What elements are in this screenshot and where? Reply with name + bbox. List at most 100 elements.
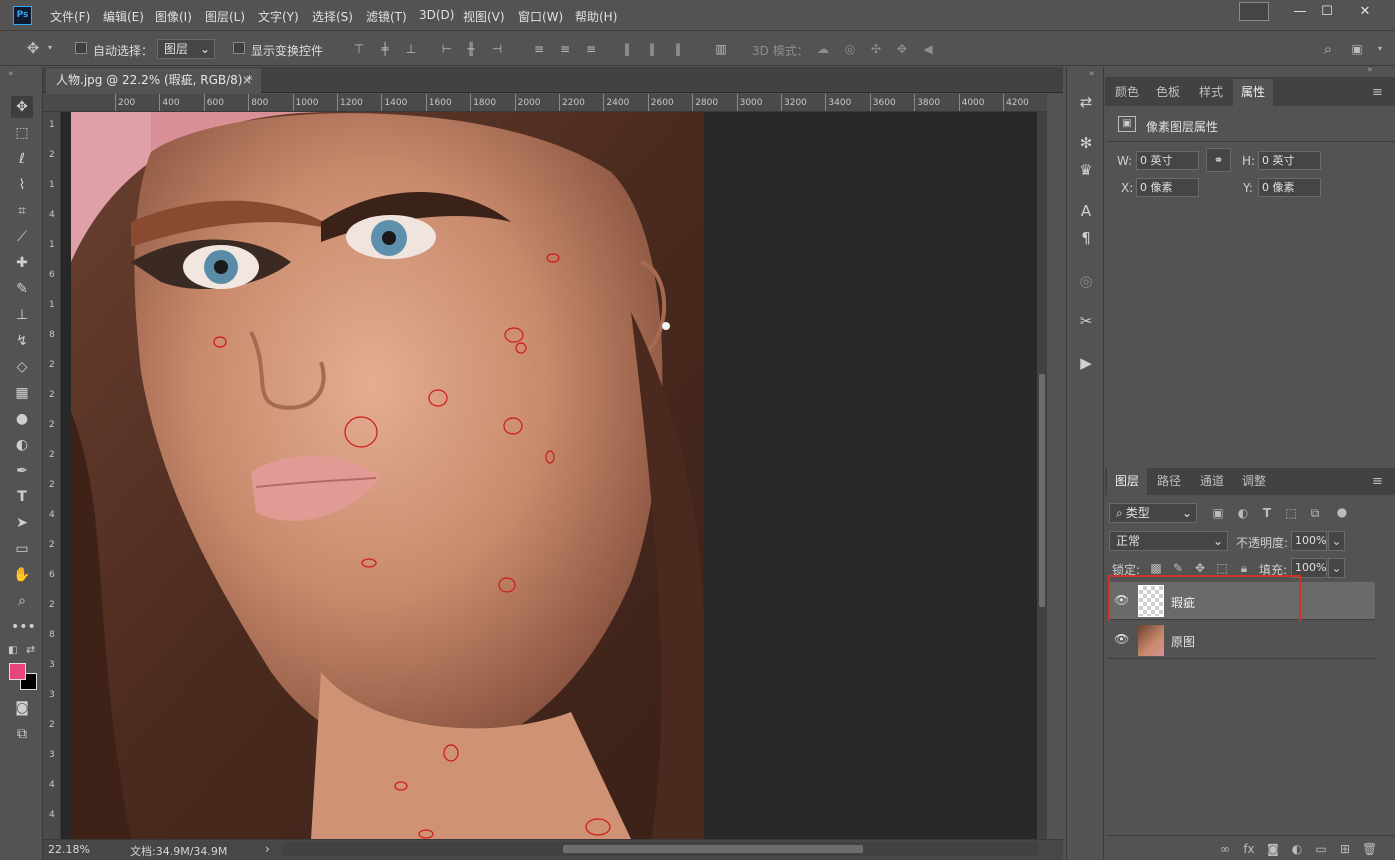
tab-layers[interactable]: 图层 <box>1107 468 1147 495</box>
menu-edit[interactable]: 编辑(E) <box>103 8 144 25</box>
chevron-down-icon[interactable]: ▾ <box>1373 42 1387 56</box>
layer-row-original[interactable]: 👁︎ 原图 <box>1108 621 1375 659</box>
3d-pan-icon[interactable]: ✣ <box>869 42 883 56</box>
visibility-eye-icon[interactable]: 👁︎ <box>1114 632 1129 646</box>
filter-toggle-icon[interactable]: ● <box>1335 505 1349 519</box>
align-top-icon[interactable]: ⊤ <box>352 42 366 56</box>
gradient-icon[interactable]: ▦ <box>11 382 33 404</box>
search-icon[interactable]: ⌕ <box>1321 42 1335 57</box>
distribute-left-icon[interactable]: ‖ <box>620 42 634 56</box>
move-tool-preset-icon[interactable]: ✥ <box>26 41 40 56</box>
eraser-icon[interactable]: ◇ <box>11 356 33 378</box>
y-field[interactable]: 0 像素 <box>1258 178 1321 197</box>
close-tab-icon[interactable]: × <box>242 68 252 93</box>
clone-stamp-icon[interactable]: ⊥ <box>11 304 33 326</box>
x-field[interactable]: 0 像素 <box>1136 178 1199 197</box>
portrait-photo[interactable] <box>71 112 704 839</box>
align-vcenter-icon[interactable]: ╪ <box>378 42 392 56</box>
history-panel-icon[interactable]: ⇄ <box>1075 91 1097 113</box>
layer-filter-dropdown[interactable]: ⌕ 类型 ⌄ <box>1109 503 1197 523</box>
marquee-icon[interactable]: ⬚ <box>11 122 33 144</box>
maximize-button[interactable]: ☐ <box>1312 3 1342 21</box>
tab-swatches[interactable]: 色板 <box>1148 79 1188 106</box>
show-transform-checkbox[interactable] <box>233 42 245 54</box>
default-colors-icon[interactable]: ◧ <box>8 645 17 656</box>
blend-mode-dropdown[interactable]: 正常 ⌄ <box>1109 531 1228 551</box>
distribute-vcenter-icon[interactable]: ≡ <box>558 42 572 56</box>
actions-play-icon[interactable]: ▶ <box>1075 352 1097 374</box>
distribute-right-icon[interactable]: ‖ <box>671 42 685 56</box>
3d-panel-icon[interactable]: ◎ <box>1075 270 1097 292</box>
3d-slide-icon[interactable]: ✥ <box>895 42 909 56</box>
workspace-switcher-icon[interactable] <box>1239 2 1269 21</box>
opacity-field[interactable]: 100% <box>1291 531 1327 551</box>
quick-select-icon[interactable]: ⌇ <box>11 174 33 196</box>
height-field[interactable]: 0 英寸 <box>1258 151 1321 170</box>
distribute-bottom-icon[interactable]: ≡ <box>584 42 598 56</box>
tab-color[interactable]: 颜色 <box>1107 79 1147 106</box>
lock-image-icon[interactable]: ✎ <box>1171 561 1185 575</box>
pen-icon[interactable]: ✒ <box>11 460 33 482</box>
tool-presets-icon[interactable]: ✂ <box>1075 310 1097 332</box>
new-layer-icon[interactable]: ⊞ <box>1338 842 1352 856</box>
tab-channels[interactable]: 通道 <box>1191 468 1233 495</box>
brushes-panel-icon[interactable]: ♛ <box>1075 159 1097 181</box>
menu-type[interactable]: 文字(Y) <box>258 8 299 25</box>
zoom-level[interactable]: 22.18% <box>48 843 90 856</box>
status-menu-arrow[interactable]: › <box>265 842 270 856</box>
collapse-chevron-icon[interactable]: » <box>8 69 14 79</box>
foreground-color-swatch[interactable] <box>9 663 26 680</box>
minimize-button[interactable]: — <box>1285 3 1315 21</box>
move-icon[interactable]: ✥ <box>11 96 33 118</box>
align-hcenter-icon[interactable]: ╫ <box>464 42 478 56</box>
panel-menu-icon[interactable]: ≡ <box>1372 85 1383 100</box>
menu-3d[interactable]: 3D(D) <box>419 8 454 22</box>
filter-adjustment-icon[interactable]: ◐ <box>1236 506 1250 520</box>
shape-icon[interactable]: ▭ <box>11 538 33 560</box>
document-tab[interactable]: 人物.jpg @ 22.2% (瑕疵, RGB/8) * × <box>46 68 261 93</box>
healing-brush-icon[interactable]: ✚ <box>11 252 33 274</box>
vertical-scrollbar[interactable] <box>1037 112 1047 839</box>
menu-help[interactable]: 帮助(H) <box>575 8 617 25</box>
tab-properties[interactable]: 属性 <box>1233 79 1273 106</box>
canvas-area[interactable] <box>61 112 1047 839</box>
3d-scale-icon[interactable]: ◀ <box>921 42 935 56</box>
filter-type-icon[interactable]: T <box>1260 506 1274 520</box>
zoom-icon[interactable]: ⌕ <box>11 590 33 612</box>
brush-icon[interactable]: ✎ <box>11 278 33 300</box>
collapse-chevron-icon[interactable]: » <box>1367 65 1373 75</box>
crop-icon[interactable]: ⌗ <box>11 200 33 222</box>
auto-align-icon[interactable]: ▥ <box>714 42 728 56</box>
hand-icon[interactable]: ✋ <box>11 564 33 586</box>
brush-settings-icon[interactable]: ✻ <box>1075 132 1097 154</box>
filter-smart-object-icon[interactable]: ⧉ <box>1308 506 1322 520</box>
menu-file[interactable]: 文件(F) <box>50 8 90 25</box>
menu-filter[interactable]: 滤镜(T) <box>366 8 407 25</box>
workspace-icon[interactable]: ▣ <box>1350 42 1364 56</box>
paragraph-panel-icon[interactable]: ¶ <box>1075 227 1097 249</box>
close-window-button[interactable]: ✕ <box>1350 3 1380 21</box>
horizontal-scroll-thumb[interactable] <box>563 845 863 853</box>
auto-select-checkbox[interactable] <box>75 42 87 54</box>
character-panel-icon[interactable]: A <box>1075 200 1097 222</box>
menu-image[interactable]: 图像(I) <box>155 8 192 25</box>
link-layers-icon[interactable]: ∞ <box>1218 842 1232 856</box>
layer-name[interactable]: 原图 <box>1171 633 1195 650</box>
lock-position-icon[interactable]: ✥ <box>1193 561 1207 575</box>
align-right-icon[interactable]: ⊣ <box>490 42 504 56</box>
lock-transparent-icon[interactable]: ▩ <box>1149 561 1163 575</box>
type-icon[interactable]: T <box>11 486 33 508</box>
collapse-chevron-icon[interactable]: « <box>1089 69 1095 79</box>
filter-pixel-icon[interactable]: ▣ <box>1211 506 1225 520</box>
auto-select-target-dropdown[interactable]: 图层 ⌄ <box>157 39 215 59</box>
new-adjustment-icon[interactable]: ◐ <box>1290 842 1304 856</box>
width-field[interactable]: 0 英寸 <box>1136 151 1199 170</box>
align-left-icon[interactable]: ⊢ <box>440 42 454 56</box>
chevron-down-icon[interactable]: ⌄ <box>1328 531 1345 551</box>
menu-view[interactable]: 视图(V) <box>463 8 505 25</box>
menu-select[interactable]: 选择(S) <box>312 8 353 25</box>
add-mask-icon[interactable]: ◙ <box>1266 842 1280 856</box>
history-brush-icon[interactable]: ↯ <box>11 330 33 352</box>
eyedropper-icon[interactable]: ⟋ <box>11 226 33 248</box>
link-dimensions-icon[interactable]: ⚭ <box>1206 148 1231 172</box>
